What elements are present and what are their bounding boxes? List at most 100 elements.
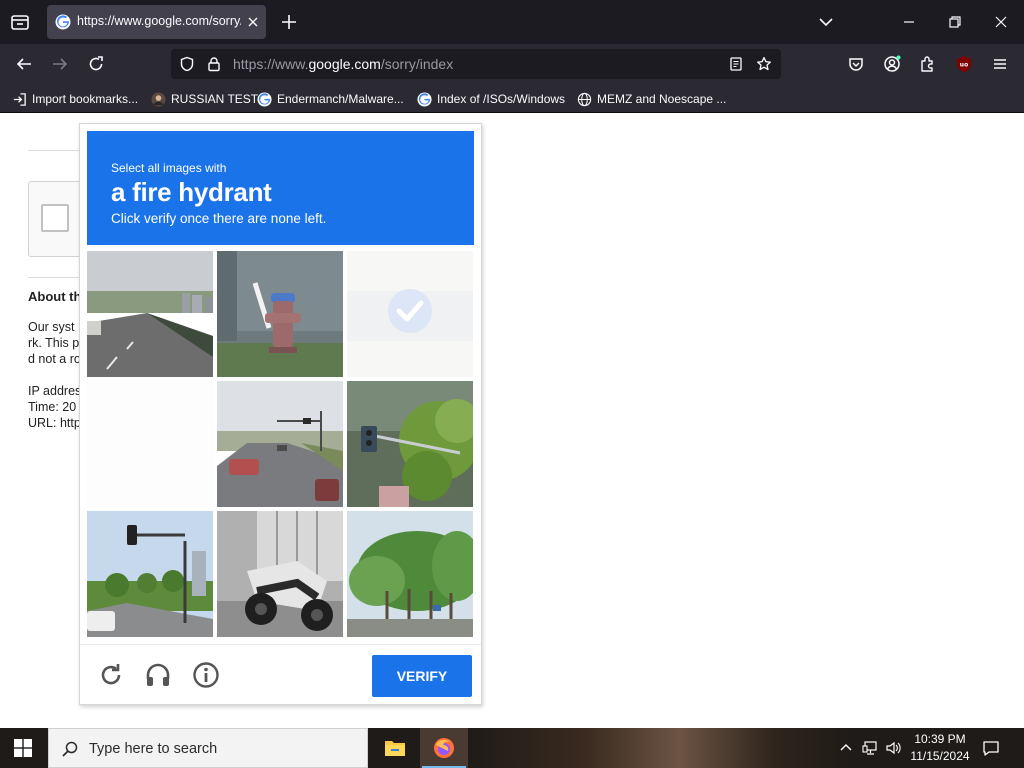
address-bar[interactable]: https://www.google.com/sorry/index [171, 49, 781, 79]
url-text[interactable]: https://www.google.com/sorry/index [233, 56, 453, 72]
url-path: /sorry/index [380, 56, 454, 72]
page-text-line: Our syst [28, 320, 75, 334]
folder-icon [385, 741, 405, 756]
chevron-up-icon[interactable] [838, 740, 854, 756]
svg-text:uo: uo [960, 62, 968, 69]
pocket-icon[interactable] [847, 55, 865, 73]
google-g-icon [417, 91, 432, 107]
image-tile[interactable] [217, 251, 343, 377]
user-avatar-icon [151, 91, 166, 107]
bookmark-item-memz[interactable]: MEMZ and Noescape ... [577, 90, 726, 108]
bookmark-label: Endermanch/Malware... [277, 92, 404, 106]
instruction-small: Select all images with [111, 161, 227, 175]
challenge-target: a fire hydrant [111, 177, 272, 207]
image-tile-selected[interactable] [347, 251, 473, 377]
blank-tile-image [87, 381, 213, 507]
extensions-icon[interactable] [919, 55, 937, 73]
motorcycle-image [217, 511, 343, 637]
google-g-icon [55, 14, 71, 30]
image-tile[interactable] [217, 511, 343, 637]
firefox-icon [434, 738, 454, 758]
page-text-line: d not a ro [28, 352, 81, 366]
headphones-icon[interactable] [144, 661, 172, 689]
file-explorer-taskbar-button[interactable] [371, 728, 419, 768]
road-traffic-lights-image [217, 381, 343, 507]
page-heading: About th [28, 289, 82, 304]
instruction-sub: Click verify once there are none left. [111, 211, 327, 226]
url-prefix: https://www. [233, 56, 309, 72]
lock-icon[interactable] [206, 56, 222, 72]
taskbar-search-input[interactable]: Type here to search [48, 728, 368, 768]
navigation-toolbar: https://www.google.com/sorry/index uo [0, 44, 1024, 84]
network-icon[interactable] [862, 740, 878, 756]
clock-date: 11/15/2024 [910, 749, 970, 763]
import-icon [13, 92, 26, 106]
google-g-icon [257, 91, 272, 107]
forward-arrow-icon[interactable] [51, 55, 69, 73]
close-tab-icon[interactable] [245, 14, 261, 30]
bookmark-label: MEMZ and Noescape ... [597, 92, 727, 106]
firefox-taskbar-button[interactable] [420, 728, 468, 768]
image-tile[interactable] [217, 381, 343, 507]
tab-title: https://www.google.com/sorry/index [77, 14, 241, 28]
search-placeholder: Type here to search [89, 741, 218, 757]
notification-icon[interactable] [982, 739, 1000, 757]
image-tile[interactable] [87, 381, 213, 507]
tree-lined-road-image [347, 511, 473, 637]
tab-list-icon [11, 15, 29, 30]
tab-list-button[interactable] [8, 10, 32, 34]
bookmark-item-import[interactable]: Import bookmarks... [12, 90, 138, 108]
clock-time: 10:39 PM [914, 732, 966, 746]
url-domain: google.com [308, 56, 381, 72]
info-icon[interactable] [192, 661, 220, 689]
page-text-line: Time: 20 [28, 400, 77, 414]
image-tile[interactable] [87, 511, 213, 637]
reload-challenge-icon[interactable] [97, 661, 125, 689]
active-tab[interactable]: https://www.google.com/sorry/index [47, 5, 266, 39]
new-tab-icon[interactable] [280, 13, 298, 31]
shield-icon[interactable] [179, 56, 195, 72]
traffic-light-tree-image [347, 381, 473, 507]
close-window-icon[interactable] [992, 13, 1010, 31]
challenge-footer: VERIFY [80, 644, 481, 705]
verify-button[interactable]: VERIFY [372, 655, 472, 697]
street-traffic-light-image [87, 511, 213, 637]
bookmark-item-isos[interactable]: Index of /ISOs/Windows [417, 90, 565, 108]
globe-icon [577, 92, 592, 106]
volume-icon[interactable] [885, 740, 901, 756]
image-tile[interactable] [347, 381, 473, 507]
search-icon [62, 741, 78, 757]
bookmark-label: RUSSIAN TEST [171, 92, 259, 106]
page-text-line: URL: http [28, 416, 81, 430]
bookmark-star-icon[interactable] [756, 56, 772, 72]
account-icon[interactable] [883, 55, 901, 73]
bookmark-item-russian-test[interactable]: RUSSIAN TEST [151, 90, 258, 108]
highway-image [87, 251, 213, 377]
restore-icon[interactable] [946, 13, 964, 31]
page-text-line: rk. This p [28, 336, 80, 350]
bookmark-label: Index of /ISOs/Windows [437, 92, 566, 106]
bookmark-label: Import bookmarks... [32, 92, 139, 106]
chevron-down-icon[interactable] [817, 13, 835, 31]
image-grid [87, 251, 475, 639]
system-clock[interactable]: 10:39 PM 11/15/2024 [905, 731, 975, 765]
reader-view-icon[interactable] [728, 56, 744, 72]
minimize-icon[interactable] [900, 13, 918, 31]
taskbar: Type here to search 10:39 PM 11/15/2024 [0, 728, 1024, 768]
recaptcha-challenge-dialog: Select all images with a fire hydrant Cl… [79, 123, 482, 705]
image-tile[interactable] [87, 251, 213, 377]
bookmark-item-endermanch[interactable]: Endermanch/Malware... [257, 90, 404, 108]
ublock-origin-icon[interactable]: uo [955, 55, 973, 73]
fire-hydrant-image [217, 251, 343, 377]
reload-icon[interactable] [87, 55, 105, 73]
challenge-header: Select all images with a fire hydrant Cl… [87, 131, 474, 245]
desktop-wallpaper-strip [470, 728, 850, 768]
tab-bar: https://www.google.com/sorry/index [0, 0, 1024, 44]
selected-tile-image [347, 251, 473, 377]
page-text-line: IP addres [28, 384, 82, 398]
back-arrow-icon[interactable] [15, 55, 33, 73]
recaptcha-checkbox[interactable] [41, 204, 69, 232]
hamburger-menu-icon[interactable] [991, 55, 1009, 73]
windows-start-icon[interactable] [14, 739, 32, 757]
image-tile[interactable] [347, 511, 473, 637]
